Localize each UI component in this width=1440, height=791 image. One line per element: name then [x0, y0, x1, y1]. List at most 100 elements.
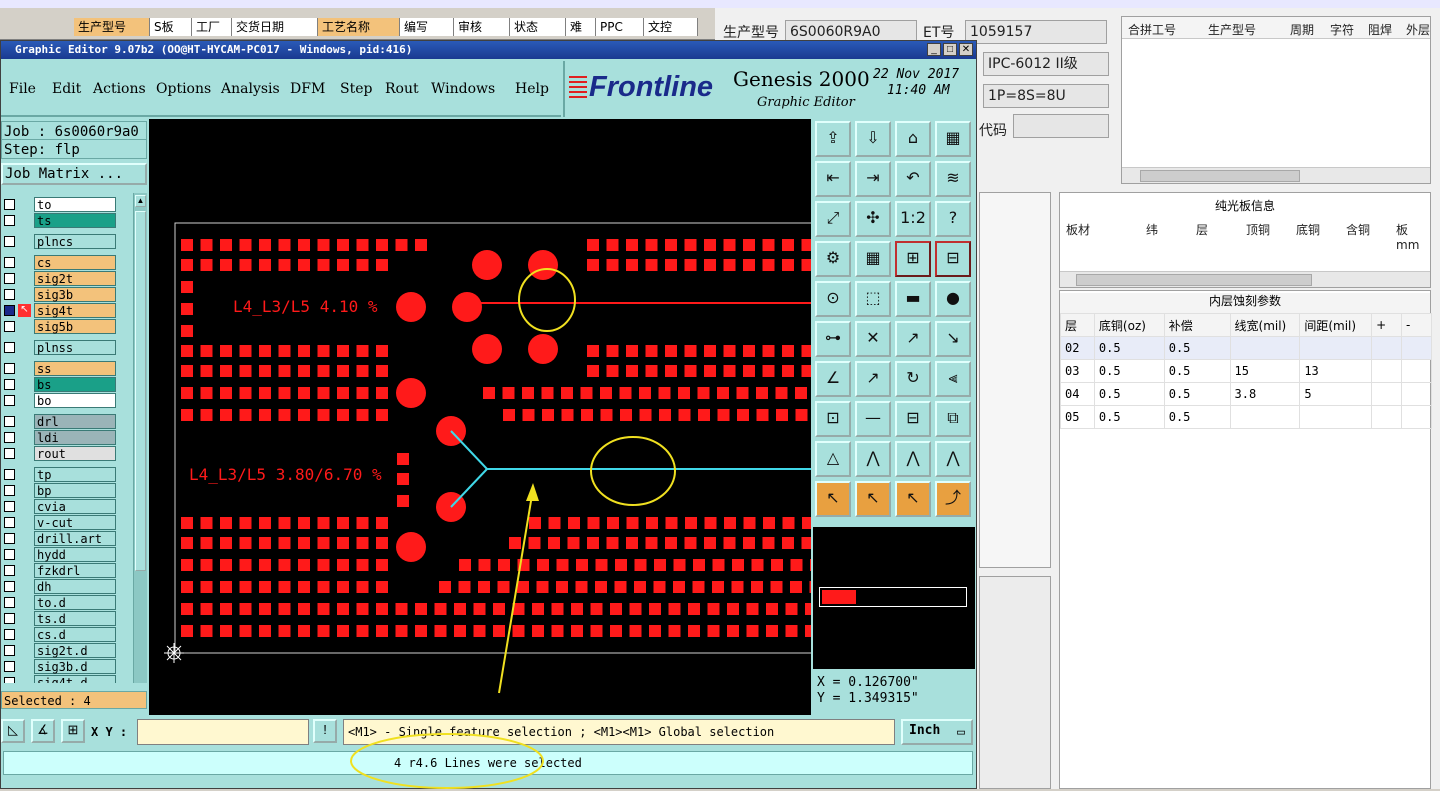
measure-icon[interactable]: ∡ [31, 719, 55, 743]
tool-button[interactable]: — [855, 401, 891, 437]
tool-button[interactable]: ⧉ [935, 401, 971, 437]
menu-edit[interactable]: Edit [52, 81, 81, 97]
grid-header[interactable]: 板材 [1066, 221, 1090, 238]
layer-row[interactable]: ↖ sig4t [1, 303, 133, 318]
bg-header-cell[interactable]: 工艺名称 [318, 18, 400, 36]
grid-header[interactable]: 板mm [1396, 221, 1430, 252]
table-cell[interactable]: 13 [1299, 359, 1373, 383]
layer-name[interactable]: cs.d [34, 627, 116, 642]
layer-name[interactable]: hydd [34, 547, 116, 562]
grid-header[interactable]: 底铜 [1296, 221, 1320, 238]
table-cell[interactable] [1401, 336, 1432, 360]
layer-checkbox[interactable] [4, 289, 15, 300]
tool-button[interactable]: ⊶ [815, 321, 851, 357]
merge-jobs-grid[interactable]: 合拼工号 生产型号 周期 字符 阻焊 外层 [1121, 16, 1431, 184]
layer-row[interactable]: rout [1, 446, 133, 461]
job-matrix-button[interactable]: Job Matrix ... [1, 163, 147, 185]
erp-field-panelization[interactable]: 1P=8S=8U [983, 84, 1109, 108]
bg-header-cell[interactable]: 审核 [454, 18, 510, 36]
bg-header-cell[interactable]: S板 [150, 18, 192, 36]
table-cell[interactable]: 0.5 [1093, 359, 1165, 383]
table-row[interactable]: 05 0.5 0.5 [1060, 405, 1432, 429]
layer-checkbox[interactable] [4, 199, 15, 210]
table-row[interactable]: 02 0.5 0.5 [1060, 336, 1432, 360]
table-cell[interactable]: 0.5 [1093, 405, 1165, 429]
layer-row[interactable]: hydd [1, 547, 133, 562]
table-cell[interactable] [1401, 405, 1432, 429]
tool-button[interactable]: ⊡ [815, 401, 851, 437]
table-row[interactable]: 04 0.5 0.5 3.8 5 [1060, 382, 1432, 406]
layer-name[interactable]: cs [34, 255, 116, 270]
horizontal-scrollbar[interactable] [1060, 271, 1430, 287]
layer-checkbox[interactable] [4, 629, 15, 640]
table-cell[interactable] [1299, 405, 1373, 429]
layer-name[interactable]: sig4t [34, 303, 116, 318]
table-cell[interactable]: 02 [1060, 336, 1095, 360]
layer-row[interactable]: v-cut [1, 515, 133, 530]
grid-header[interactable]: 周期 [1290, 21, 1314, 38]
bg-header-cell[interactable]: 编写 [400, 18, 454, 36]
layer-row[interactable]: bp [1, 483, 133, 498]
bg-header-cell[interactable]: 交货日期 [232, 18, 318, 36]
etch-header[interactable]: 层 [1060, 313, 1095, 337]
table-cell[interactable]: 05 [1060, 405, 1095, 429]
tool-button[interactable]: ⬚ [855, 281, 891, 317]
xy-input[interactable] [137, 719, 309, 745]
layer-name[interactable]: ts.d [34, 611, 116, 626]
layer-row[interactable]: dh [1, 579, 133, 594]
table-cell[interactable]: 0.5 [1093, 336, 1165, 360]
layer-row[interactable]: ss [1, 361, 133, 376]
layer-row[interactable]: drl [1, 414, 133, 429]
grid-header[interactable]: 层 [1196, 221, 1208, 238]
menu-help[interactable]: Help [515, 81, 549, 97]
bg-header-cell[interactable]: PPC [596, 18, 644, 36]
layer-name[interactable]: drill.art [34, 531, 116, 546]
layer-row[interactable]: tp [1, 467, 133, 482]
layer-name[interactable]: sig3b.d [34, 659, 116, 674]
grid-header[interactable]: 生产型号 [1208, 21, 1256, 38]
layer-checkbox[interactable] [4, 215, 15, 226]
layer-name[interactable]: cvia [34, 499, 116, 514]
etch-remove-column[interactable]: - [1401, 313, 1432, 337]
tool-button[interactable]: ⊟ [935, 241, 971, 277]
layer-row[interactable]: cs.d [1, 627, 133, 642]
menu-step[interactable]: Step [340, 81, 372, 97]
etch-header[interactable]: 线宽(mil) [1229, 313, 1301, 337]
table-cell[interactable] [1229, 405, 1301, 429]
erp-field-et[interactable]: 1059157 [965, 20, 1107, 44]
layer-name[interactable]: dh [34, 579, 116, 594]
tool-button[interactable]: ⤴ [935, 481, 971, 517]
layer-row[interactable]: sig3b [1, 287, 133, 302]
bg-header-cell[interactable]: 难 [566, 18, 596, 36]
grid-icon[interactable]: ⊞ [61, 719, 85, 743]
etch-params-grid[interactable]: 内层蚀刻参数 层 底铜(oz) 补偿 线宽(mil) 间距(mil) + - 0… [1059, 290, 1432, 789]
layer-row[interactable]: ts [1, 213, 133, 228]
bg-header-cell[interactable]: 工厂 [192, 18, 232, 36]
grid-header[interactable]: 含铜 [1346, 221, 1370, 238]
layer-row[interactable]: cvia [1, 499, 133, 514]
graphics-canvas[interactable]: L4_L3/L5 4.10 % L4_L3/L5 3.80/6.70 % [149, 119, 811, 715]
table-cell[interactable]: 0.5 [1093, 382, 1165, 406]
layer-checkbox[interactable] [4, 321, 15, 332]
layer-name[interactable]: sig5b [34, 319, 116, 334]
table-cell[interactable]: 0.5 [1163, 382, 1231, 406]
window-title-bar[interactable]: Graphic Editor 9.07b2 (OO@HT-HYCAM-PC017… [1, 41, 976, 59]
layer-row[interactable]: ldi [1, 430, 133, 445]
tool-button[interactable]: ↶ [895, 161, 931, 197]
close-button[interactable]: ✕ [959, 43, 973, 56]
layer-checkbox[interactable] [4, 485, 15, 496]
layer-checkbox[interactable] [4, 416, 15, 427]
layer-checkbox[interactable] [4, 565, 15, 576]
layer-name[interactable]: sig2t [34, 271, 116, 286]
table-cell[interactable] [1401, 359, 1432, 383]
layer-row[interactable]: sig2t.d [1, 643, 133, 658]
tool-button[interactable]: ↗ [855, 361, 891, 397]
scroll-up-icon[interactable]: ▲ [135, 195, 146, 207]
tool-button[interactable]: ⇥ [855, 161, 891, 197]
menu-windows[interactable]: Windows [431, 81, 495, 97]
layer-checkbox[interactable] [4, 597, 15, 608]
bare-board-grid[interactable]: 纯光板信息 板材 纬 层 顶铜 底铜 含铜 板mm [1059, 192, 1431, 288]
layer-name[interactable]: bp [34, 483, 116, 498]
tool-button[interactable]: ▬ [895, 281, 931, 317]
layer-row[interactable]: bs [1, 377, 133, 392]
